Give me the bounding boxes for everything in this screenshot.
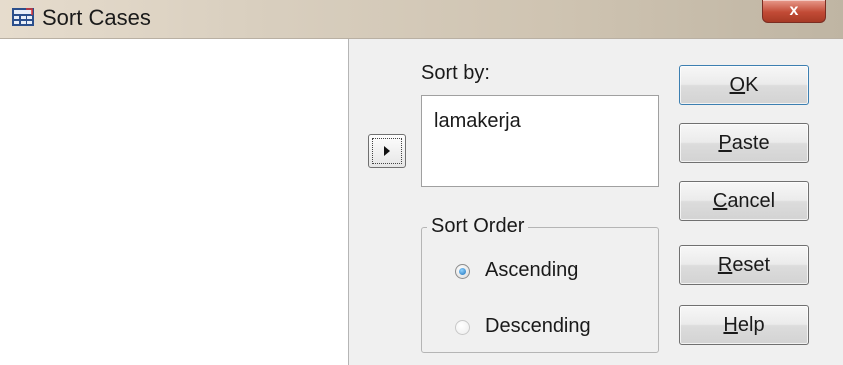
ascending-radio[interactable] xyxy=(455,264,470,279)
ok-label-rest: K xyxy=(745,73,759,96)
paste-button[interactable]: Paste xyxy=(679,123,809,163)
help-mnemonic: H xyxy=(723,313,738,336)
paste-label-rest: aste xyxy=(731,131,770,154)
window-title: Sort Cases xyxy=(42,5,151,30)
close-button[interactable]: x xyxy=(762,0,826,23)
list-item[interactable]: lamakerja xyxy=(434,110,521,133)
sort-by-list[interactable]: lamakerja xyxy=(421,95,659,187)
cancel-label-rest: ancel xyxy=(727,189,776,212)
cancel-button[interactable]: Cancel xyxy=(679,181,809,221)
arrow-right-icon xyxy=(384,146,390,156)
ascending-label[interactable]: Ascending xyxy=(485,259,578,282)
paste-mnemonic: P xyxy=(718,131,732,154)
help-button[interactable]: Help xyxy=(679,305,809,345)
sort-by-label: Sort by: xyxy=(421,62,490,84)
reset-button[interactable]: Reset xyxy=(679,245,809,285)
source-variable-list[interactable] xyxy=(0,39,349,365)
reset-mnemonic: R xyxy=(717,253,733,276)
ok-mnemonic: O xyxy=(729,73,746,96)
descending-radio[interactable] xyxy=(455,320,470,335)
dialog-body: Sort by: lamakerja Sort Order Ascending … xyxy=(0,39,843,365)
sort-options-panel: Sort by: lamakerja Sort Order Ascending … xyxy=(349,39,843,365)
radio-selected-dot xyxy=(459,268,466,275)
reset-label-rest: eset xyxy=(732,253,771,276)
close-icon: x xyxy=(789,2,799,19)
ok-button[interactable]: OK xyxy=(679,65,809,105)
help-label-rest: elp xyxy=(737,313,765,336)
descending-label[interactable]: Descending xyxy=(485,315,591,338)
spss-data-icon xyxy=(12,8,34,26)
cancel-mnemonic: C xyxy=(712,189,728,212)
sort-order-legend: Sort Order xyxy=(427,215,529,238)
move-to-sort-by-button[interactable] xyxy=(368,134,406,168)
title-bar[interactable]: Sort Cases x xyxy=(0,0,843,39)
